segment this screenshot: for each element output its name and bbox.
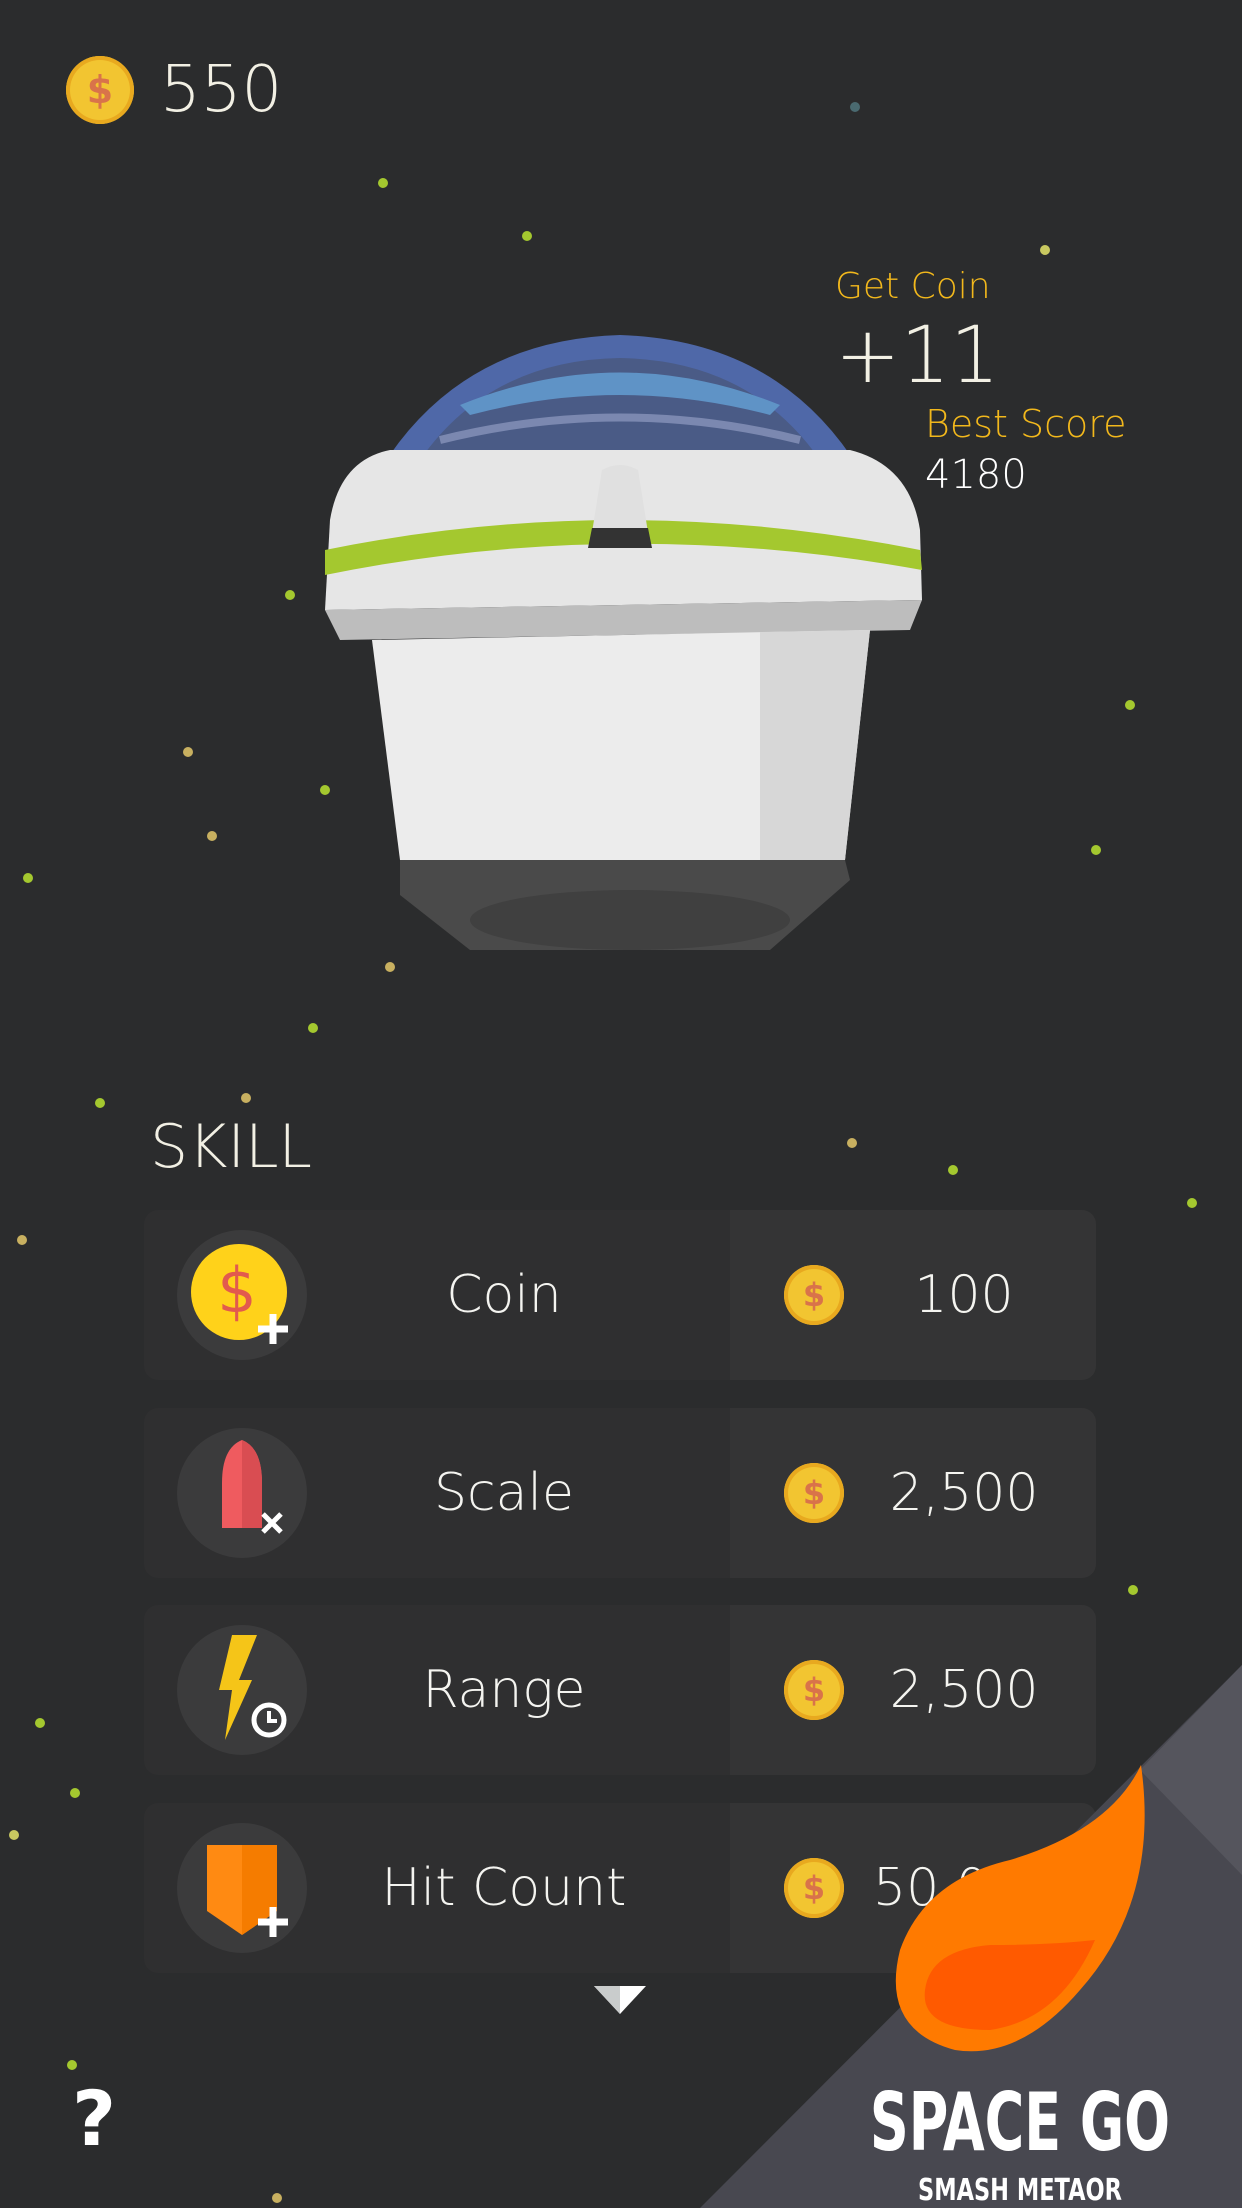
logo-subtitle: SMASH METAOR <box>918 2173 1122 2208</box>
logo-title: SPACE GO <box>870 2075 1170 2169</box>
space-go-logo: SPACE GO SMASH METAOR <box>700 1665 1242 2208</box>
